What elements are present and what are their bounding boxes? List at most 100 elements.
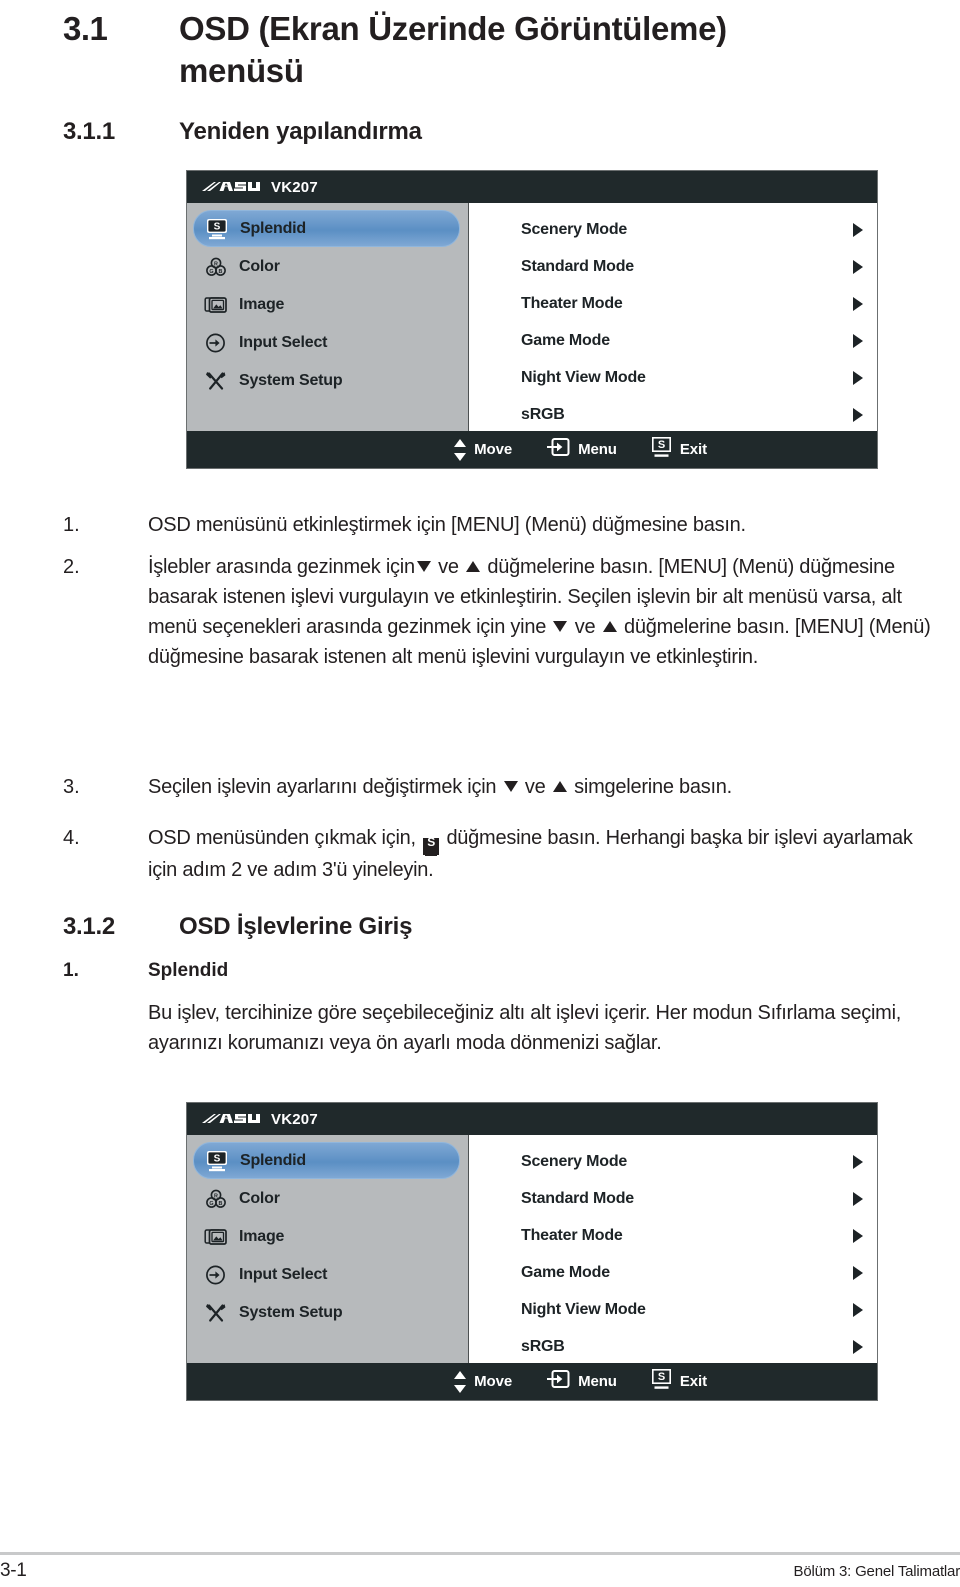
osd-hint-exit[interactable]: S Exit bbox=[651, 436, 707, 463]
osd-hint-label: Move bbox=[474, 1373, 513, 1390]
osd-sidebar-label: System Setup bbox=[239, 371, 343, 389]
heading-3-1-number: 3.1 bbox=[63, 10, 108, 47]
arrow-up-icon bbox=[602, 621, 617, 632]
osd-titlebar: VK207 bbox=[187, 171, 877, 203]
osd-sidebar-item-input-select[interactable]: Input Select bbox=[193, 1256, 460, 1293]
step-text-part: simgelerine basın. bbox=[574, 776, 732, 798]
up-down-arrows-icon bbox=[453, 1370, 466, 1393]
osd-menu-label: Scenery Mode bbox=[521, 220, 628, 238]
osd-menu-row[interactable]: sRGB bbox=[469, 1328, 877, 1365]
osd-menu-row[interactable]: Game Mode bbox=[469, 322, 877, 359]
chevron-right-icon bbox=[853, 1265, 863, 1280]
step-number: 1. bbox=[63, 514, 80, 536]
osd-hint-bar: Move Menu S Exit bbox=[187, 431, 877, 468]
step-text-part: ve bbox=[438, 556, 459, 578]
osd-menu-row[interactable]: Scenery Mode bbox=[469, 211, 877, 248]
chevron-right-icon bbox=[853, 1302, 863, 1317]
svg-text:R: R bbox=[214, 1193, 218, 1199]
osd-sidebar-label: Color bbox=[239, 1189, 280, 1207]
heading-3-1-1-number: 3.1.1 bbox=[63, 118, 115, 145]
step-text: İşlebler arasında gezinmek için ve düğme… bbox=[148, 552, 943, 672]
chevron-right-icon bbox=[853, 333, 863, 348]
svg-text:G: G bbox=[209, 1200, 213, 1206]
splendid-exit-icon: S bbox=[423, 836, 440, 856]
svg-text:G: G bbox=[209, 268, 213, 274]
osd-sidebar-item-system-setup[interactable]: System Setup bbox=[193, 1294, 460, 1331]
osd-model-label: VK207 bbox=[271, 1110, 318, 1128]
chevron-right-icon bbox=[853, 1191, 863, 1206]
arrow-down-icon bbox=[503, 781, 518, 792]
osd-hint-label: Exit bbox=[679, 441, 707, 458]
osd-hint-menu[interactable]: Menu bbox=[546, 437, 617, 462]
instruction-step-1: 1. OSD menüsünü etkinleştirmek için [MEN… bbox=[63, 510, 943, 553]
chevron-right-icon bbox=[853, 1339, 863, 1354]
osd-sidebar-item-color[interactable]: R G B Color bbox=[193, 1180, 460, 1217]
step-number: 4. bbox=[63, 827, 80, 849]
arrow-down-icon bbox=[416, 561, 431, 572]
osd-sidebar-item-system-setup[interactable]: System Setup bbox=[193, 362, 460, 399]
osd-hint-move[interactable]: Move bbox=[453, 1370, 513, 1393]
color-rgb-icon: R G B bbox=[203, 255, 229, 279]
osd-sidebar-item-color[interactable]: R G B Color bbox=[193, 248, 460, 285]
asus-logo-icon bbox=[202, 181, 260, 191]
chevron-right-icon bbox=[853, 222, 863, 237]
osd-menu-label: Scenery Mode bbox=[521, 1152, 628, 1170]
osd-hint-label: Menu bbox=[578, 441, 617, 458]
heading-splendid-number: 1. bbox=[63, 960, 79, 981]
svg-text:S: S bbox=[214, 1153, 221, 1164]
osd-sidebar: S Splendid R G B Color Image Input Selec… bbox=[187, 203, 469, 431]
osd-menu-row[interactable]: Night View Mode bbox=[469, 1291, 877, 1328]
osd-hint-label: Move bbox=[474, 441, 513, 458]
osd-hint-exit[interactable]: S Exit bbox=[651, 1368, 707, 1395]
osd-hint-label: Menu bbox=[578, 1373, 617, 1390]
osd-body: S Splendid R G B Color Image Input Selec… bbox=[187, 203, 877, 431]
arrow-up-icon bbox=[552, 781, 567, 792]
step-text-part: ve bbox=[524, 776, 546, 798]
osd-sidebar-item-image[interactable]: Image bbox=[193, 1218, 460, 1255]
step-text: Seçilen işlevin ayarlarını değiştirmek i… bbox=[148, 772, 732, 802]
svg-text:B: B bbox=[219, 1200, 223, 1206]
osd-menu-row[interactable]: Theater Mode bbox=[469, 285, 877, 322]
footer-divider bbox=[0, 1552, 960, 1555]
osd-menu-row[interactable]: sRGB bbox=[469, 396, 877, 433]
step-text-part: OSD menüsünden çıkmak için, bbox=[148, 827, 416, 849]
chevron-right-icon bbox=[853, 407, 863, 422]
svg-text:S: S bbox=[214, 221, 221, 232]
menu-enter-icon bbox=[546, 437, 570, 462]
osd-main-list: Scenery Mode Standard Mode Theater Mode … bbox=[469, 203, 877, 431]
osd-menu-label: Game Mode bbox=[521, 331, 610, 349]
osd-sidebar-item-splendid[interactable]: S Splendid bbox=[193, 210, 460, 247]
osd-hint-move[interactable]: Move bbox=[453, 438, 513, 461]
osd-menu-row[interactable]: Night View Mode bbox=[469, 359, 877, 396]
osd-sidebar: S Splendid R G B Color Image Input Selec… bbox=[187, 1135, 469, 1363]
osd-menu-label: Night View Mode bbox=[521, 368, 646, 386]
osd-hint-menu[interactable]: Menu bbox=[546, 1369, 617, 1394]
osd-menu-label: Theater Mode bbox=[521, 1226, 623, 1244]
osd-menu-row[interactable]: Scenery Mode bbox=[469, 1143, 877, 1180]
osd-body: S Splendid R G B Color Image Input Selec… bbox=[187, 1135, 877, 1363]
chevron-right-icon bbox=[853, 370, 863, 385]
chapter-label: Bölüm 3: Genel Talimatlar bbox=[793, 1563, 960, 1580]
splendid-exit-icon: S bbox=[651, 1368, 672, 1395]
osd-screenshot-bottom: VK207 S Splendid R G B Color Image Input… bbox=[186, 1102, 878, 1401]
osd-sidebar-item-splendid[interactable]: S Splendid bbox=[193, 1142, 460, 1179]
input-arrow-icon bbox=[203, 331, 229, 355]
osd-titlebar: VK207 bbox=[187, 1103, 877, 1135]
osd-menu-row[interactable]: Game Mode bbox=[469, 1254, 877, 1291]
step-number: 3. bbox=[63, 776, 80, 798]
osd-menu-row[interactable]: Standard Mode bbox=[469, 248, 877, 285]
system-tools-icon bbox=[203, 1301, 229, 1325]
osd-main-list: Scenery Mode Standard Mode Theater Mode … bbox=[469, 1135, 877, 1363]
heading-splendid-title: Splendid bbox=[148, 960, 229, 981]
osd-menu-row[interactable]: Standard Mode bbox=[469, 1180, 877, 1217]
osd-sidebar-label: Color bbox=[239, 257, 280, 275]
heading-3-1-2-title: OSD İşlevlerine Giriş bbox=[179, 913, 413, 940]
heading-3-1-2: 3.1.2 OSD İşlevlerine Giriş bbox=[63, 912, 412, 942]
osd-sidebar-item-input-select[interactable]: Input Select bbox=[193, 324, 460, 361]
page-number: 3-1 bbox=[0, 1560, 27, 1581]
osd-menu-row[interactable]: Theater Mode bbox=[469, 1217, 877, 1254]
step-text: OSD menüsünden çıkmak için, S düğmesine … bbox=[148, 823, 943, 885]
chevron-right-icon bbox=[853, 296, 863, 311]
svg-text:S: S bbox=[658, 439, 665, 451]
osd-sidebar-item-image[interactable]: Image bbox=[193, 286, 460, 323]
